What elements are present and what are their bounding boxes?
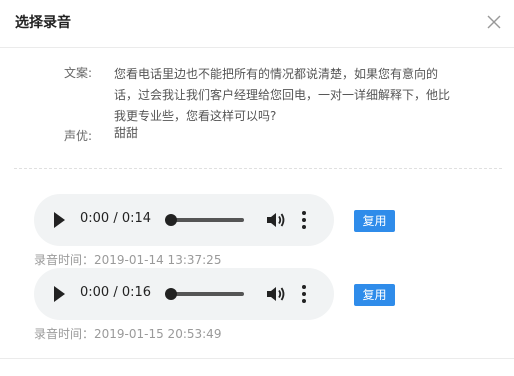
copy-text: 您看电话里边也不能把所有的情况都说清楚，如果您有意向的 话，过会我让我们客户经理… xyxy=(114,64,459,127)
more-options-icon[interactable] xyxy=(300,284,308,304)
progress-knob[interactable] xyxy=(165,288,177,300)
progress-knob[interactable] xyxy=(165,214,177,226)
record-time: 录音时间：2019-01-15 20:53:49 xyxy=(34,327,222,341)
volume-icon[interactable] xyxy=(265,284,287,304)
play-icon[interactable] xyxy=(54,212,65,228)
play-icon[interactable] xyxy=(54,286,65,302)
dialog-header: 选择录音 xyxy=(0,0,514,48)
time-display: 0:00 / 0:16 xyxy=(80,285,152,300)
copy-label: 文案: xyxy=(64,66,93,80)
dialog-title: 选择录音 xyxy=(15,15,71,31)
progress-slider[interactable] xyxy=(165,288,244,300)
audio-player: 0:00 / 0:16 xyxy=(34,268,334,320)
select-recording-dialog: 选择录音 文案: 您看电话里边也不能把所有的情况都说清楚，如果您有意向的 话，过… xyxy=(0,0,514,376)
footer-divider xyxy=(0,358,514,359)
copy-line: 话，过会我让我们客户经理给您回电，一对一详细解释下，他比 xyxy=(114,88,451,102)
time-display: 0:00 / 0:14 xyxy=(80,211,152,226)
voice-value: 甜甜 xyxy=(114,126,139,140)
voice-label: 声优: xyxy=(64,129,93,143)
audio-player: 0:00 / 0:14 xyxy=(34,194,334,246)
more-options-icon[interactable] xyxy=(300,210,308,230)
reuse-button[interactable]: 复用 xyxy=(354,284,395,306)
close-icon[interactable] xyxy=(484,12,504,32)
progress-slider[interactable] xyxy=(165,214,244,226)
record-time: 录音时间：2019-01-14 13:37:25 xyxy=(34,253,222,267)
section-divider xyxy=(14,168,502,169)
reuse-button[interactable]: 复用 xyxy=(354,210,395,232)
volume-icon[interactable] xyxy=(265,210,287,230)
copy-line: 您看电话里边也不能把所有的情况都说清楚，如果您有意向的 xyxy=(114,67,439,81)
